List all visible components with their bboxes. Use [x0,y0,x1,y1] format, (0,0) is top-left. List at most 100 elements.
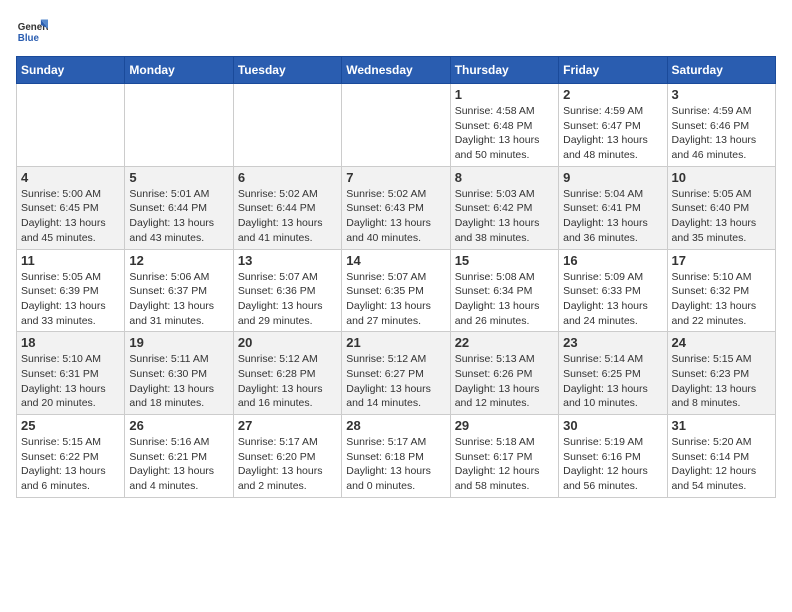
day-cell: 10 Sunrise: 5:05 AM Sunset: 6:40 PM Dayli… [667,166,775,249]
day-cell: 17 Sunrise: 5:10 AM Sunset: 6:32 PM Dayli… [667,249,775,332]
day-info: Sunrise: 5:05 AM Sunset: 6:40 PM Dayligh… [672,187,771,246]
week-row-3: 11 Sunrise: 5:05 AM Sunset: 6:39 PM Dayli… [17,249,776,332]
header-tuesday: Tuesday [233,57,341,84]
day-info: Sunrise: 5:10 AM Sunset: 6:32 PM Dayligh… [672,270,771,329]
day-number: 22 [455,335,554,350]
day-cell: 3 Sunrise: 4:59 AM Sunset: 6:46 PM Daylig… [667,84,775,167]
day-number: 16 [563,253,662,268]
day-number: 5 [129,170,228,185]
day-number: 6 [238,170,337,185]
day-cell: 30 Sunrise: 5:19 AM Sunset: 6:16 PM Dayli… [559,415,667,498]
header-thursday: Thursday [450,57,558,84]
day-info: Sunrise: 5:17 AM Sunset: 6:20 PM Dayligh… [238,435,337,494]
day-cell: 31 Sunrise: 5:20 AM Sunset: 6:14 PM Dayli… [667,415,775,498]
day-cell: 26 Sunrise: 5:16 AM Sunset: 6:21 PM Dayli… [125,415,233,498]
day-info: Sunrise: 5:12 AM Sunset: 6:27 PM Dayligh… [346,352,445,411]
day-cell: 8 Sunrise: 5:03 AM Sunset: 6:42 PM Daylig… [450,166,558,249]
day-number: 7 [346,170,445,185]
day-number: 25 [21,418,120,433]
day-info: Sunrise: 5:10 AM Sunset: 6:31 PM Dayligh… [21,352,120,411]
day-number: 4 [21,170,120,185]
day-cell [342,84,450,167]
day-info: Sunrise: 5:19 AM Sunset: 6:16 PM Dayligh… [563,435,662,494]
weekday-header-row: SundayMondayTuesdayWednesdayThursdayFrid… [17,57,776,84]
header-wednesday: Wednesday [342,57,450,84]
week-row-5: 25 Sunrise: 5:15 AM Sunset: 6:22 PM Dayli… [17,415,776,498]
day-info: Sunrise: 5:00 AM Sunset: 6:45 PM Dayligh… [21,187,120,246]
day-info: Sunrise: 5:02 AM Sunset: 6:43 PM Dayligh… [346,187,445,246]
day-cell: 4 Sunrise: 5:00 AM Sunset: 6:45 PM Daylig… [17,166,125,249]
day-info: Sunrise: 5:11 AM Sunset: 6:30 PM Dayligh… [129,352,228,411]
day-cell: 5 Sunrise: 5:01 AM Sunset: 6:44 PM Daylig… [125,166,233,249]
svg-text:Blue: Blue [18,33,40,44]
day-info: Sunrise: 5:03 AM Sunset: 6:42 PM Dayligh… [455,187,554,246]
day-number: 9 [563,170,662,185]
day-number: 29 [455,418,554,433]
day-info: Sunrise: 5:17 AM Sunset: 6:18 PM Dayligh… [346,435,445,494]
day-info: Sunrise: 5:09 AM Sunset: 6:33 PM Dayligh… [563,270,662,329]
day-number: 27 [238,418,337,433]
day-cell: 25 Sunrise: 5:15 AM Sunset: 6:22 PM Dayli… [17,415,125,498]
day-cell: 7 Sunrise: 5:02 AM Sunset: 6:43 PM Daylig… [342,166,450,249]
day-number: 12 [129,253,228,268]
day-cell: 19 Sunrise: 5:11 AM Sunset: 6:30 PM Dayli… [125,332,233,415]
day-number: 11 [21,253,120,268]
day-number: 30 [563,418,662,433]
day-number: 17 [672,253,771,268]
week-row-4: 18Sunrise: 5:10 AM Sunset: 6:31 PM Dayli… [17,332,776,415]
header-saturday: Saturday [667,57,775,84]
day-cell: 20 Sunrise: 5:12 AM Sunset: 6:28 PM Dayli… [233,332,341,415]
day-cell: 1 Sunrise: 4:58 AM Sunset: 6:48 PM Daylig… [450,84,558,167]
day-cell: 24Sunrise: 5:15 AM Sunset: 6:23 PM Dayli… [667,332,775,415]
day-cell: 21 Sunrise: 5:12 AM Sunset: 6:27 PM Dayli… [342,332,450,415]
day-cell [233,84,341,167]
day-info: Sunrise: 4:59 AM Sunset: 6:47 PM Dayligh… [563,104,662,163]
day-info: Sunrise: 5:16 AM Sunset: 6:21 PM Dayligh… [129,435,228,494]
day-cell: 29 Sunrise: 5:18 AM Sunset: 6:17 PM Dayli… [450,415,558,498]
day-info: Sunrise: 5:01 AM Sunset: 6:44 PM Dayligh… [129,187,228,246]
header-monday: Monday [125,57,233,84]
day-number: 1 [455,87,554,102]
day-cell: 9 Sunrise: 5:04 AM Sunset: 6:41 PM Daylig… [559,166,667,249]
day-info: Sunrise: 4:59 AM Sunset: 6:46 PM Dayligh… [672,104,771,163]
day-cell: 22 Sunrise: 5:13 AM Sunset: 6:26 PM Dayli… [450,332,558,415]
day-cell: 16 Sunrise: 5:09 AM Sunset: 6:33 PM Dayli… [559,249,667,332]
day-info: Sunrise: 5:07 AM Sunset: 6:36 PM Dayligh… [238,270,337,329]
day-info: Sunrise: 5:12 AM Sunset: 6:28 PM Dayligh… [238,352,337,411]
day-info: Sunrise: 5:05 AM Sunset: 6:39 PM Dayligh… [21,270,120,329]
header-sunday: Sunday [17,57,125,84]
day-info: Sunrise: 5:15 AM Sunset: 6:22 PM Dayligh… [21,435,120,494]
day-number: 26 [129,418,228,433]
week-row-2: 4 Sunrise: 5:00 AM Sunset: 6:45 PM Daylig… [17,166,776,249]
day-cell [17,84,125,167]
day-number: 20 [238,335,337,350]
logo: General Blue [16,16,48,48]
day-number: 3 [672,87,771,102]
day-number: 15 [455,253,554,268]
day-info: Sunrise: 5:20 AM Sunset: 6:14 PM Dayligh… [672,435,771,494]
day-info: Sunrise: 5:04 AM Sunset: 6:41 PM Dayligh… [563,187,662,246]
day-number: 19 [129,335,228,350]
header-friday: Friday [559,57,667,84]
day-number: 10 [672,170,771,185]
day-info: Sunrise: 5:18 AM Sunset: 6:17 PM Dayligh… [455,435,554,494]
day-info: Sunrise: 5:08 AM Sunset: 6:34 PM Dayligh… [455,270,554,329]
day-cell: 18Sunrise: 5:10 AM Sunset: 6:31 PM Dayli… [17,332,125,415]
logo-icon: General Blue [16,16,48,48]
day-info: Sunrise: 5:15 AM Sunset: 6:23 PM Dayligh… [672,352,771,411]
calendar-table: SundayMondayTuesdayWednesdayThursdayFrid… [16,56,776,498]
day-cell: 12Sunrise: 5:06 AM Sunset: 6:37 PM Dayli… [125,249,233,332]
day-cell [125,84,233,167]
day-cell: 23Sunrise: 5:14 AM Sunset: 6:25 PM Dayli… [559,332,667,415]
day-cell: 6Sunrise: 5:02 AM Sunset: 6:44 PM Daylig… [233,166,341,249]
day-number: 13 [238,253,337,268]
day-info: Sunrise: 5:13 AM Sunset: 6:26 PM Dayligh… [455,352,554,411]
day-number: 31 [672,418,771,433]
day-cell: 13 Sunrise: 5:07 AM Sunset: 6:36 PM Dayli… [233,249,341,332]
day-number: 21 [346,335,445,350]
day-number: 8 [455,170,554,185]
day-info: Sunrise: 5:14 AM Sunset: 6:25 PM Dayligh… [563,352,662,411]
day-cell: 2Sunrise: 4:59 AM Sunset: 6:47 PM Daylig… [559,84,667,167]
page-header: General Blue [16,16,776,48]
day-info: Sunrise: 4:58 AM Sunset: 6:48 PM Dayligh… [455,104,554,163]
